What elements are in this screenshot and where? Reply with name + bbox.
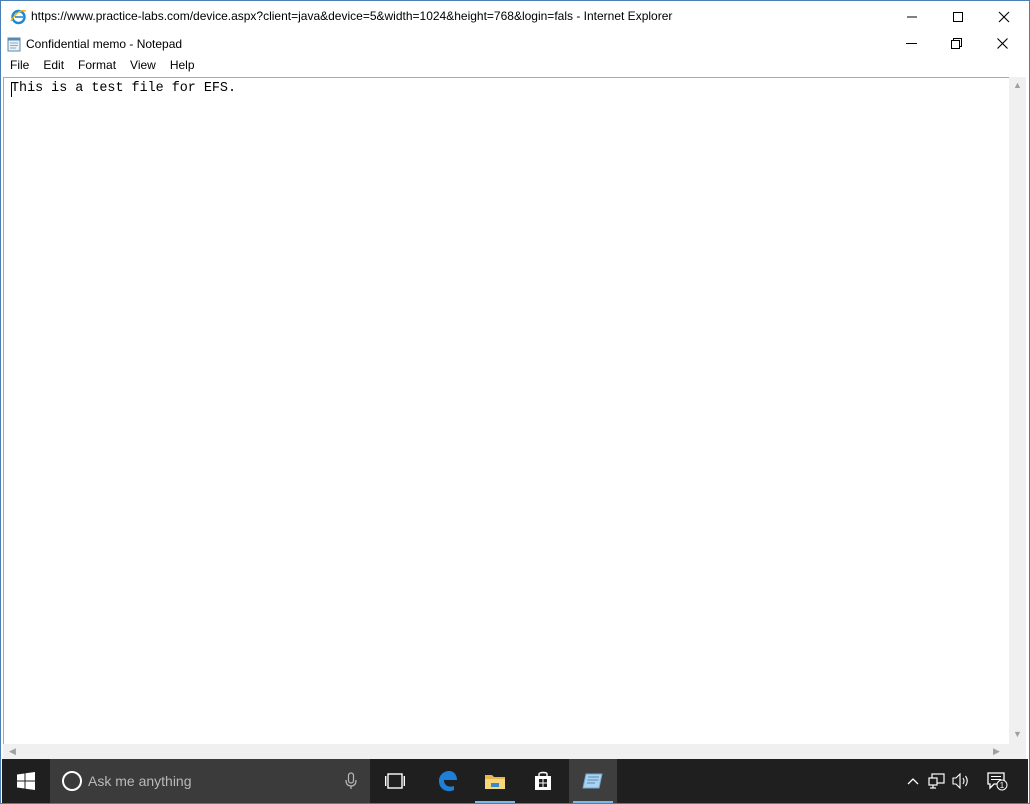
scroll-up-icon[interactable]: ▲ (1013, 80, 1022, 90)
app-running-indicator (475, 801, 515, 803)
microphone-icon[interactable] (345, 772, 357, 795)
minimize-icon (907, 16, 917, 17)
action-center-button[interactable]: 1 (982, 759, 1012, 803)
store-button[interactable] (519, 759, 567, 803)
browser-titlebar[interactable]: https://www.practice-labs.com/device.asp… (1, 1, 1029, 32)
scrollbar-corner (1009, 744, 1026, 759)
notepad-title: Confidential memo - Notepad (26, 37, 183, 51)
windows-logo-icon (17, 772, 35, 790)
vertical-scrollbar[interactable]: ▲ ▼ (1009, 77, 1026, 744)
minimize-icon (905, 43, 917, 44)
close-icon (998, 11, 1010, 22)
menu-view[interactable]: View (123, 55, 163, 75)
browser-title: https://www.practice-labs.com/device.asp… (31, 9, 673, 23)
notification-count: 1 (1000, 781, 1005, 790)
notepad-minimize-button[interactable] (888, 32, 934, 55)
horizontal-scrollbar[interactable]: ◀ ▶ (3, 744, 1009, 759)
start-button[interactable] (2, 759, 50, 803)
network-button[interactable] (926, 759, 948, 803)
text-editor[interactable]: This is a test file for EFS. (3, 77, 1009, 744)
menu-bar: File Edit Format View Help (2, 55, 1028, 75)
remote-desktop: Confidential memo - Notepad File Edit Fo… (2, 32, 1028, 803)
task-view-button[interactable] (371, 759, 419, 803)
app-active-indicator (573, 801, 613, 803)
store-icon (535, 771, 551, 790)
scroll-right-icon[interactable]: ▶ (993, 746, 1000, 757)
browser-window: https://www.practice-labs.com/device.asp… (0, 0, 1030, 804)
file-explorer-icon (485, 775, 505, 789)
taskbar: Ask me anything 1 (2, 759, 1028, 803)
menu-file[interactable]: File (3, 55, 36, 75)
notepad-restore-button[interactable] (933, 32, 979, 55)
close-icon (996, 38, 1008, 49)
chevron-up-icon (907, 778, 919, 785)
edge-button[interactable] (423, 759, 471, 803)
browser-minimize-button[interactable] (889, 1, 935, 32)
notepad-titlebar[interactable]: Confidential memo - Notepad (2, 32, 1028, 55)
scroll-down-icon[interactable]: ▼ (1013, 729, 1022, 739)
volume-button[interactable] (950, 759, 972, 803)
notepad-icon (6, 36, 22, 52)
browser-maximize-button[interactable] (935, 1, 981, 32)
menu-edit[interactable]: Edit (36, 55, 71, 75)
notepad-icon (582, 773, 603, 789)
browser-close-button[interactable] (981, 1, 1027, 32)
task-view-icon (385, 773, 405, 789)
cortana-search-box[interactable]: Ask me anything (50, 759, 370, 803)
internet-explorer-icon (10, 8, 27, 25)
menu-help[interactable]: Help (163, 55, 202, 75)
edge-icon (439, 771, 457, 792)
cortana-icon (62, 771, 82, 791)
search-placeholder: Ask me anything (88, 773, 192, 789)
notepad-taskbar-button[interactable] (569, 759, 617, 803)
action-center-icon: 1 (987, 772, 1008, 791)
network-icon (928, 773, 945, 789)
speaker-icon (952, 773, 968, 789)
notepad-close-button[interactable] (979, 32, 1025, 55)
menu-format[interactable]: Format (71, 55, 123, 75)
restore-icon (950, 38, 962, 49)
maximize-icon (953, 11, 963, 22)
scroll-left-icon[interactable]: ◀ (9, 746, 16, 757)
file-explorer-button[interactable] (471, 759, 519, 803)
show-hidden-icons-button[interactable] (902, 759, 924, 803)
editor-content: This is a test file for EFS. (11, 81, 236, 96)
